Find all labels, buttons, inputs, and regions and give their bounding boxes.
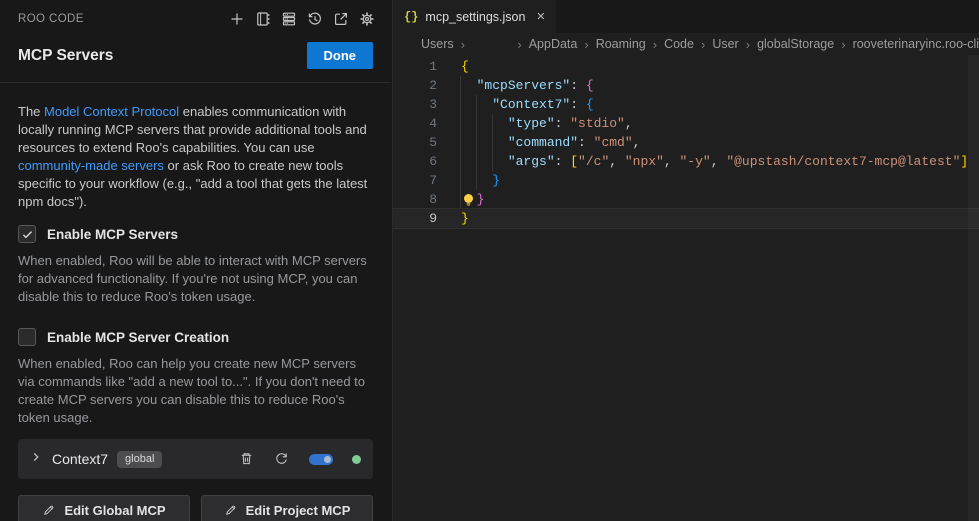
breadcrumb-separator: › <box>517 37 521 52</box>
breadcrumb-item-appdata[interactable]: AppData <box>529 37 578 51</box>
prompts-notebook-icon[interactable] <box>254 11 271 28</box>
code-line-8: 8 } <box>393 190 979 209</box>
code-line-5: 5 "command": "cmd", <box>393 133 979 152</box>
link-model-context-protocol[interactable]: Model Context Protocol <box>44 104 179 119</box>
history-icon[interactable] <box>306 11 323 28</box>
enable-mcp-servers-checkbox[interactable] <box>18 225 36 243</box>
breadcrumb-item-globalstorage[interactable]: globalStorage <box>757 37 834 51</box>
code-text: "type": "stdio", <box>437 114 633 133</box>
line-number: 9 <box>393 209 437 228</box>
code-line-4: 4 "type": "stdio", <box>393 114 979 133</box>
breadcrumb-item-users[interactable]: Users <box>421 37 454 51</box>
breadcrumb-separator: › <box>584 37 588 52</box>
line-number: 8 <box>393 190 437 209</box>
line-number: 2 <box>393 76 437 95</box>
edit-project-mcp-label: Edit Project MCP <box>246 503 351 518</box>
intro-text: The Model Context Protocol enables commu… <box>18 103 373 211</box>
json-file-icon: {} <box>404 10 418 24</box>
panel-toolbar: ROO CODE <box>0 0 391 28</box>
breadcrumb-item-code[interactable]: Code <box>664 37 694 51</box>
enable-mcp-servers-description: When enabled, Roo will be able to intera… <box>18 252 373 306</box>
server-status-dot <box>352 455 361 464</box>
lightbulb-code-action-icon[interactable] <box>462 193 475 207</box>
edit-buttons-row: Edit Global MCP Edit Project MCP <box>18 495 373 521</box>
server-scope-badge: global <box>117 451 162 468</box>
code-line-9: 9} <box>393 209 979 228</box>
enable-mcp-server-creation-checkbox[interactable] <box>18 328 36 346</box>
code-line-6: 6 "args": ["/c", "npx", "-y", "@upstash/… <box>393 152 979 171</box>
done-button[interactable]: Done <box>307 42 374 69</box>
line-number: 7 <box>393 171 437 190</box>
panel-body: The Model Context Protocol enables commu… <box>0 103 391 521</box>
trash-icon[interactable] <box>239 451 255 467</box>
breadcrumb-separator: › <box>461 37 465 52</box>
line-number: 1 <box>393 57 437 76</box>
server-enabled-toggle[interactable] <box>309 454 333 465</box>
line-number: 6 <box>393 152 437 171</box>
chevron-right-icon[interactable] <box>29 450 43 469</box>
code-text: { <box>437 57 469 76</box>
extension-title: ROO CODE <box>18 13 84 25</box>
code-text: "Context7": { <box>437 95 594 114</box>
line-number: 5 <box>393 133 437 152</box>
section-enable-mcp-servers: Enable MCP Servers When enabled, Roo will… <box>18 225 373 306</box>
edit-global-mcp-button[interactable]: Edit Global MCP <box>18 495 190 521</box>
panel-toolbar-actions <box>228 11 375 28</box>
plus-icon[interactable] <box>228 11 245 28</box>
code-line-3: 3 "Context7": { <box>393 95 979 114</box>
pencil-icon <box>42 504 55 517</box>
code-text: "mcpServers": { <box>437 76 594 95</box>
code-text: "command": "cmd", <box>437 133 640 152</box>
pencil-icon <box>224 504 237 517</box>
roo-code-panel: ROO CODE MCP Servers Done The Model Cont… <box>0 0 391 521</box>
line-number: 3 <box>393 95 437 114</box>
edit-project-mcp-button[interactable]: Edit Project MCP <box>201 495 373 521</box>
breadcrumb-separator: › <box>746 37 750 52</box>
refresh-icon[interactable] <box>274 451 290 467</box>
server-controls <box>239 451 361 467</box>
mcp-server-row-context7[interactable]: Context7 global <box>18 439 373 479</box>
mcp-servers-icon[interactable] <box>280 11 297 28</box>
breadcrumb-separator: › <box>841 37 845 52</box>
code-line-7: 7 } <box>393 171 979 190</box>
link-community-made-servers[interactable]: community-made servers <box>18 158 164 173</box>
code-editor[interactable]: 1{2 "mcpServers": {3 "Context7": {4 "typ… <box>393 55 979 228</box>
enable-mcp-servers-label: Enable MCP Servers <box>47 227 178 242</box>
code-line-2: 2 "mcpServers": { <box>393 76 979 95</box>
section-enable-mcp-server-creation: Enable MCP Server Creation When enabled, … <box>18 328 373 427</box>
breadcrumb-item-rooveterinaryinc.roo-cli[interactable]: rooveterinaryinc.roo-cli <box>853 37 979 51</box>
breadcrumb-separator: › <box>653 37 657 52</box>
tab-bar: {} mcp_settings.json × <box>393 0 979 33</box>
editor-area: {} mcp_settings.json × Users › › AppData › Ro… <box>392 0 979 521</box>
settings-gear-icon[interactable] <box>358 11 375 28</box>
breadcrumb-item-roaming[interactable]: Roaming <box>596 37 646 51</box>
tab-mcp-settings-json[interactable]: {} mcp_settings.json × <box>393 0 556 33</box>
open-in-editor-icon[interactable] <box>332 11 349 28</box>
code-text: "args": ["/c", "npx", "-y", "@upstash/co… <box>437 152 968 171</box>
code-text: } <box>437 190 484 209</box>
code-text: } <box>437 171 500 190</box>
tab-filename: mcp_settings.json <box>425 10 525 24</box>
vscode-window: ROO CODE MCP Servers Done The Model Cont… <box>0 0 979 521</box>
line-number: 4 <box>393 114 437 133</box>
breadcrumb: Users › › AppData › Roaming › Code › User › globalS… <box>393 33 979 55</box>
server-name: Context7 <box>52 451 108 467</box>
code-line-1: 1{ <box>393 57 979 76</box>
breadcrumb-item-user[interactable]: User <box>712 37 738 51</box>
toggle-knob <box>324 456 331 463</box>
intro-pre: The <box>18 104 44 119</box>
enable-mcp-server-creation-label: Enable MCP Server Creation <box>47 330 229 345</box>
close-tab-icon[interactable]: × <box>536 9 545 24</box>
breadcrumb-separator: › <box>701 37 705 52</box>
settings-sections: Enable MCP Servers When enabled, Roo will… <box>18 225 373 427</box>
panel-header: MCP Servers Done <box>0 28 391 83</box>
editor-scrollbar[interactable] <box>968 55 979 521</box>
code-text: } <box>437 209 469 228</box>
page-title: MCP Servers <box>18 47 113 65</box>
edit-global-mcp-label: Edit Global MCP <box>64 503 165 518</box>
enable-mcp-server-creation-description: When enabled, Roo can help you create ne… <box>18 355 373 427</box>
